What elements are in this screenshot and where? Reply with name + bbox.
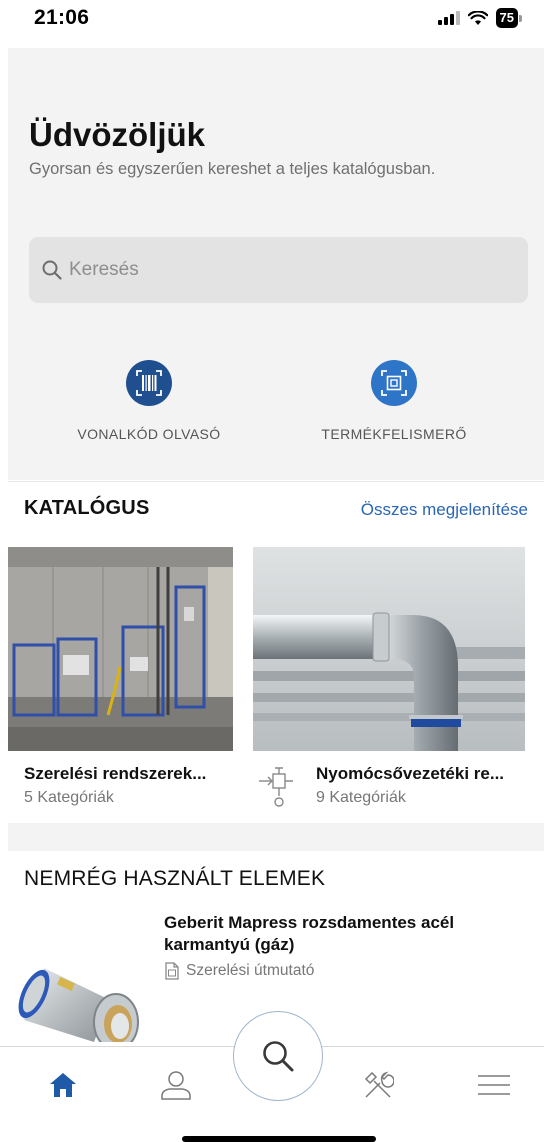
tab-profile[interactable] [156, 1065, 196, 1105]
catalog-card-subtitle: 9 Kategóriák [316, 789, 406, 806]
wifi-icon [467, 10, 488, 25]
recent-item-doc-label: Szerelési útmutató [186, 962, 315, 979]
tab-tools[interactable] [358, 1065, 398, 1105]
barcode-scanner-button[interactable]: VONALKÓD OLVASÓ [29, 360, 269, 442]
recent-item-image[interactable] [14, 950, 154, 1051]
recent-item-doc[interactable]: Szerelési útmutató [164, 962, 314, 980]
tab-home[interactable] [43, 1065, 83, 1105]
hero-section: Üdvözöljük Gyorsan és egyszerűen kereshe… [8, 48, 544, 480]
search-icon [42, 260, 62, 280]
tools-icon [364, 1071, 394, 1098]
tab-search[interactable] [233, 1011, 323, 1101]
section-separator [8, 823, 544, 851]
pressure-pipe-icon [257, 764, 299, 813]
page-subtitle: Gyorsan és egyszerűen kereshet a teljes … [29, 160, 436, 178]
search-input[interactable]: Keresés [29, 237, 528, 303]
product-recognition-label: TERMÉKFELISMERŐ [321, 426, 467, 442]
page-title: Üdvözöljük [29, 116, 206, 153]
signal-icon [437, 11, 460, 25]
document-icon [165, 962, 179, 980]
barcode-scanner-icon [126, 360, 172, 406]
menu-icon [478, 1075, 510, 1095]
show-all-link[interactable]: Összes megjelenítése [361, 500, 528, 520]
search-placeholder: Keresés [69, 259, 139, 280]
search-icon [263, 1041, 294, 1072]
tab-menu[interactable] [474, 1065, 514, 1105]
home-icon [50, 1073, 76, 1097]
catalog-card-image-installation[interactable] [8, 547, 233, 751]
recent-item-title[interactable]: Geberit Mapress rozsdamentes acél karman… [164, 912, 524, 956]
profile-icon [161, 1071, 191, 1100]
recent-title: NEMRÉG HASZNÁLT ELEMEK [24, 867, 326, 890]
battery-level: 75 [495, 8, 518, 28]
barcode-scanner-label: VONALKÓD OLVASÓ [77, 426, 221, 442]
divider [8, 481, 544, 482]
status-time: 21:06 [34, 6, 90, 29]
status-icons: 75 [437, 8, 522, 28]
product-recognition-button[interactable]: TERMÉKFELISMERŐ [274, 360, 514, 442]
catalog-card-title[interactable]: Nyomócsővezetéki re... [316, 764, 504, 784]
home-indicator [182, 1136, 376, 1142]
catalog-card-title[interactable]: Szerelési rendszerek... [24, 764, 206, 784]
catalog-title: KATALÓGUS [24, 497, 150, 519]
battery-icon: 75 [495, 8, 522, 28]
product-recognition-icon [371, 360, 417, 406]
catalog-card-subtitle: 5 Kategóriák [24, 789, 114, 806]
tab-bar [0, 1011, 544, 1142]
status-bar: 21:06 75 [0, 0, 544, 44]
catalog-card-image-pressure-pipes[interactable] [253, 547, 525, 751]
